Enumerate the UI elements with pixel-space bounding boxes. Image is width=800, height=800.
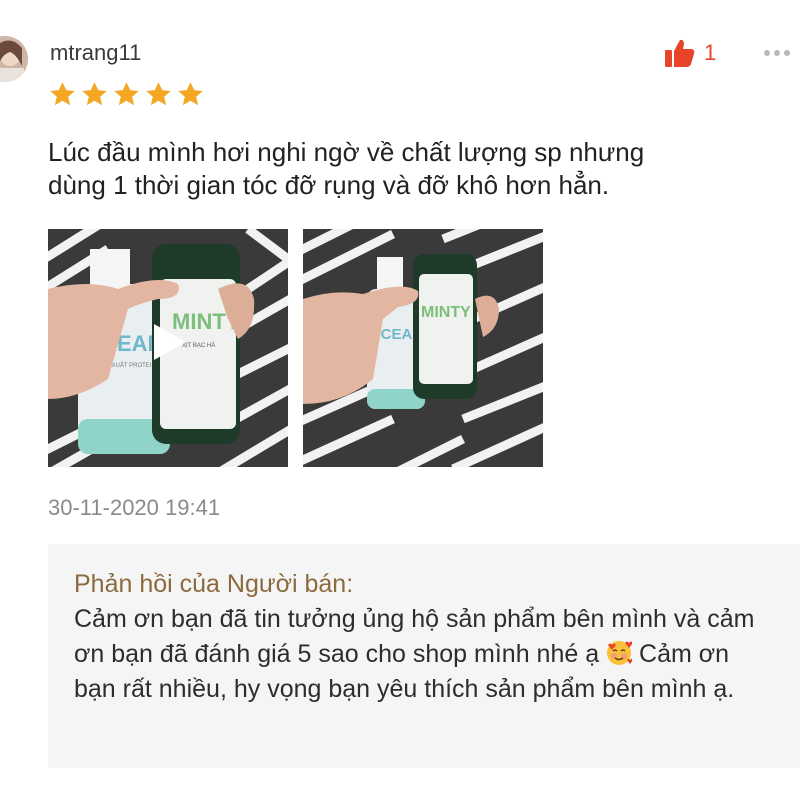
thumbs-up-icon (665, 39, 695, 67)
more-dot-icon (774, 50, 780, 56)
star-icon (146, 82, 171, 106)
more-options-button[interactable] (764, 50, 790, 56)
like-button[interactable]: 1 (664, 38, 716, 68)
star-icon (178, 82, 203, 106)
star-icon (114, 82, 139, 106)
more-dot-icon (764, 50, 770, 56)
seller-reply-title: Phản hồi của Người bán: (74, 570, 354, 598)
review-timestamp: 30-11-2020 19:41 (48, 495, 221, 520)
star-icon (82, 82, 107, 106)
review-comment: Lúc đầu mình hơi nghi ngờ về chất lượng … (48, 136, 788, 202)
rating-stars (48, 80, 205, 109)
review-comment-line: dùng 1 thời gian tóc đỡ rụng và đỡ khô h… (48, 170, 610, 200)
seller-reply-box: Phản hồi của Người bán: Cảm ơn bạn đã ti… (48, 544, 800, 768)
play-icon[interactable] (152, 322, 188, 362)
seller-reply-text: Cảm ơn bạn đã tin tưởng ủng hộ sản phẩm … (74, 602, 774, 707)
like-count: 1 (704, 40, 717, 65)
minty-label: MINTY (421, 304, 471, 321)
reviewer-username[interactable]: mtrang11 (50, 40, 141, 66)
review-comment-line: Lúc đầu mình hơi nghi ngờ về chất lượng … (48, 137, 645, 167)
more-dot-icon (784, 50, 790, 56)
star-icon (50, 82, 75, 106)
smiling-face-with-hearts-icon (607, 641, 633, 665)
review-photo-thumbnail[interactable]: OCEAN MINTY (303, 229, 543, 467)
reviewer-avatar[interactable] (0, 36, 28, 82)
